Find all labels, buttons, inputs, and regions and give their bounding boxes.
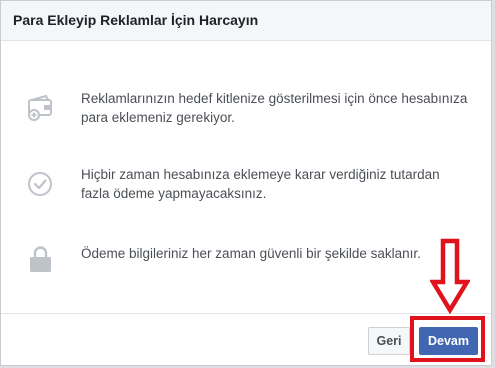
checkmark-circle-icon xyxy=(26,169,56,199)
wallet-icon xyxy=(26,93,56,123)
info-text-security: Ödeme bilgileriniz her zaman güvenli bir… xyxy=(81,246,421,261)
info-text-funds: Reklamlarınızın hedef kitlenize gösteril… xyxy=(81,91,468,125)
add-funds-dialog: Para Ekleyip Reklamlar İçin Harcayın Rek… xyxy=(0,0,492,366)
back-button[interactable]: Geri xyxy=(368,327,410,355)
dialog-header: Para Ekleyip Reklamlar İçin Harcayın xyxy=(1,1,491,41)
dialog-title: Para Ekleyip Reklamlar İçin Harcayın xyxy=(13,12,259,28)
lock-icon xyxy=(26,244,56,274)
annotation-highlight-box xyxy=(410,316,485,362)
info-text-payment-limit: Hiçbir zaman hesabınıza eklemeye karar v… xyxy=(81,167,440,201)
annotation-arrow-down-icon xyxy=(429,238,471,315)
